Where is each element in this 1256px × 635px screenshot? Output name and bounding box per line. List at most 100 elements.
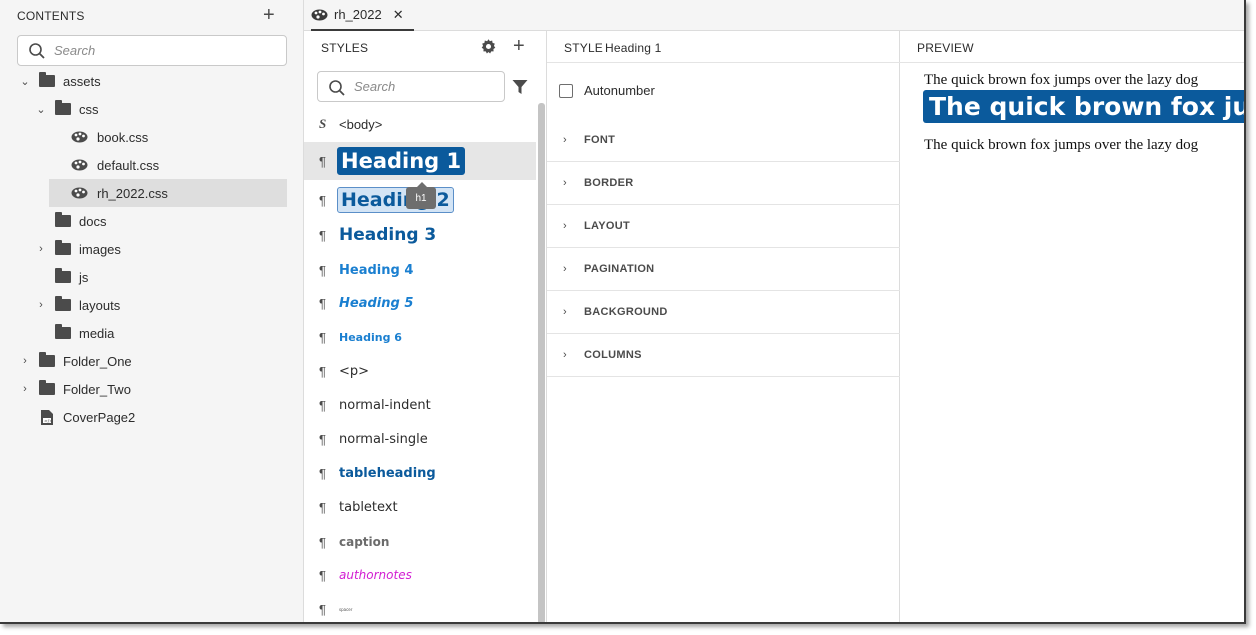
style-item-tableheading[interactable]: ¶ tableheading xyxy=(304,456,536,490)
folder-icon xyxy=(55,212,71,227)
tree-item-docs[interactable]: docs xyxy=(33,207,287,235)
style-label: spacer xyxy=(339,606,353,612)
stylesheet-icon xyxy=(311,9,328,20)
tree-item-label: media xyxy=(79,325,115,341)
style-item-heading-4[interactable]: ¶ Heading 4 xyxy=(304,253,536,287)
tree-item-js[interactable]: js xyxy=(33,263,287,291)
chevron-right-icon[interactable]: › xyxy=(33,243,49,255)
contents-search-input[interactable]: Search xyxy=(17,35,287,66)
paragraph-icon: ¶ xyxy=(319,262,326,278)
tab-rh-2022[interactable]: rh_2022 ✕ xyxy=(311,0,414,31)
style-item-p[interactable]: ¶ <p> xyxy=(304,354,536,388)
section-font[interactable]: › FONT xyxy=(547,119,900,162)
filter-icon[interactable] xyxy=(512,79,528,95)
chevron-right-icon: › xyxy=(563,306,567,318)
folder-icon xyxy=(39,72,55,87)
paragraph-icon: ¶ xyxy=(319,192,326,208)
paragraph-icon: ¶ xyxy=(319,499,326,515)
style-editor-panel: STYLE Heading 1 Autonumber › FONT › BORD… xyxy=(547,31,900,622)
tree-item-coverpage2[interactable]: </> CoverPage2 xyxy=(17,403,287,431)
folder-icon xyxy=(55,296,71,311)
preview-heading: The quick brown fox jumps over the lazy … xyxy=(923,90,1244,123)
style-item-heading-1[interactable]: ¶ Heading 1 xyxy=(304,142,536,180)
section-background[interactable]: › BACKGROUND xyxy=(547,291,900,334)
tree-item-folder-two[interactable]: › Folder_Two xyxy=(17,375,287,403)
style-item-spacer[interactable]: ¶ spacer xyxy=(304,592,536,622)
close-icon[interactable]: ✕ xyxy=(393,7,404,23)
tree-item-images[interactable]: › images xyxy=(33,235,287,263)
folder-icon xyxy=(55,268,71,283)
style-item-body[interactable]: S <body> xyxy=(304,107,536,141)
style-item-heading-5[interactable]: ¶ Heading 5 xyxy=(304,286,536,320)
section-layout[interactable]: › LAYOUT xyxy=(547,205,900,248)
folder-icon xyxy=(55,324,71,339)
chevron-right-icon[interactable]: › xyxy=(17,383,33,395)
style-item-authornotes[interactable]: ¶ authornotes xyxy=(304,558,536,592)
tree-item-label: docs xyxy=(79,213,107,229)
tooltip: h1 xyxy=(406,182,436,209)
paragraph-icon: ¶ xyxy=(319,397,326,413)
tree-item-label: layouts xyxy=(79,297,121,313)
style-label: Heading 2 xyxy=(337,187,454,213)
tree-item-label: Folder_One xyxy=(63,353,132,369)
section-pagination[interactable]: › PAGINATION xyxy=(547,248,900,291)
section-label: COLUMNS xyxy=(584,349,642,361)
tree-item-rh-2022-css[interactable]: rh_2022.css xyxy=(49,179,287,207)
style-item-heading-3[interactable]: ¶ Heading 3 xyxy=(304,218,536,252)
style-item-normal-single[interactable]: ¶ normal-single xyxy=(304,422,536,456)
style-item-caption[interactable]: ¶ caption xyxy=(304,525,536,559)
style-item-tabletext[interactable]: ¶ tabletext xyxy=(304,490,536,524)
tree-item-media[interactable]: media xyxy=(33,319,287,347)
chevron-right-icon: › xyxy=(563,263,567,275)
tree-item-label: CoverPage2 xyxy=(63,409,136,425)
contents-panel: CONTENTS + Search ⌄ assets ⌄ css book.cs… xyxy=(0,0,304,622)
gear-icon[interactable] xyxy=(480,38,497,55)
chevron-right-icon: › xyxy=(563,220,567,232)
section-label: PAGINATION xyxy=(584,263,655,275)
scrollbar[interactable] xyxy=(538,103,545,622)
tree-item-css[interactable]: ⌄ css xyxy=(33,95,287,123)
chevron-right-icon[interactable]: › xyxy=(17,355,33,367)
preview-text-line: The quick brown fox jumps over the lazy … xyxy=(924,72,1199,88)
style-label: tableheading xyxy=(339,465,436,481)
section-label: LAYOUT xyxy=(584,220,631,232)
tree-item-label: images xyxy=(79,241,121,257)
stylesheet-icon xyxy=(71,159,88,171)
tree-item-label: assets xyxy=(63,73,101,89)
chevron-down-icon[interactable]: ⌄ xyxy=(17,75,33,88)
editor-header: STYLE Heading 1 xyxy=(547,31,900,63)
section-columns[interactable]: › COLUMNS xyxy=(547,334,900,377)
chevron-down-icon[interactable]: ⌄ xyxy=(33,103,49,116)
style-item-heading-6[interactable]: ¶ Heading 6 xyxy=(304,320,536,354)
style-label: normal-single xyxy=(339,431,428,447)
preview-text-line: The quick brown fox jumps over the lazy … xyxy=(924,137,1199,153)
chevron-right-icon: › xyxy=(563,134,567,146)
tree-item-layouts[interactable]: › layouts xyxy=(33,291,287,319)
paragraph-icon: ¶ xyxy=(319,227,326,243)
app-window: CONTENTS + Search ⌄ assets ⌄ css book.cs… xyxy=(0,0,1246,624)
folder-icon xyxy=(39,380,55,395)
preview-panel: PREVIEW The quick brown fox jumps over t… xyxy=(900,31,1244,622)
page-layout-icon: </> xyxy=(41,409,53,425)
tree-item-default-css[interactable]: default.css xyxy=(49,151,287,179)
autonumber-checkbox[interactable] xyxy=(559,84,573,98)
style-label: authornotes xyxy=(339,568,412,582)
section-label: BORDER xyxy=(584,177,634,189)
stylesheet-icon xyxy=(71,131,88,143)
add-icon[interactable]: + xyxy=(263,5,275,25)
section-label: BACKGROUND xyxy=(584,306,668,318)
search-icon xyxy=(329,80,345,96)
contents-title: CONTENTS xyxy=(17,9,85,23)
tree-item-label: rh_2022.css xyxy=(97,185,168,201)
tree-item-folder-one[interactable]: › Folder_One xyxy=(17,347,287,375)
folder-icon xyxy=(55,100,71,115)
style-item-normal-indent[interactable]: ¶ normal-indent xyxy=(304,388,536,422)
add-style-icon[interactable]: + xyxy=(513,36,525,56)
styles-search-input[interactable]: Search xyxy=(317,71,505,102)
section-border[interactable]: › BORDER xyxy=(547,162,900,205)
tree-item-assets[interactable]: ⌄ assets xyxy=(17,67,287,95)
chevron-right-icon[interactable]: › xyxy=(33,299,49,311)
tree-item-book-css[interactable]: book.css xyxy=(49,123,287,151)
preview-title: PREVIEW xyxy=(917,41,974,55)
search-placeholder: Search xyxy=(54,43,96,58)
